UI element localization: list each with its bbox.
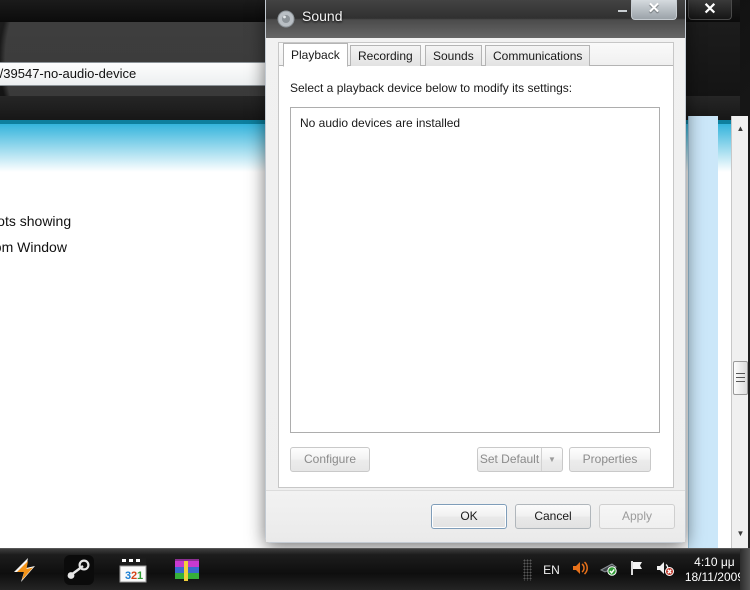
winrar-icon[interactable] xyxy=(170,553,204,587)
screen: ms - Mozilla Firefox ✕ ms.com/sound-audi… xyxy=(0,0,750,590)
speaker-icon xyxy=(277,10,295,28)
firefox-close-button[interactable]: ✕ xyxy=(688,0,732,20)
playback-device-list[interactable]: No audio devices are installed xyxy=(290,107,660,433)
device-list-empty-message: No audio devices are installed xyxy=(300,116,461,130)
tab-communications[interactable]: Communications xyxy=(485,45,591,66)
properties-button[interactable]: Properties xyxy=(569,447,651,472)
sound-dialog: Sound ✕ Playback Recording Sounds Commun… xyxy=(265,0,686,543)
dialog-title: Sound xyxy=(302,8,343,24)
cancel-button[interactable]: Cancel xyxy=(515,504,591,529)
panel-instruction-label: Select a playback device below to modify… xyxy=(290,81,573,95)
clock-date: 18/11/2009 xyxy=(684,570,744,584)
page-scrollbar[interactable]: ▲ ▼ xyxy=(731,116,748,548)
dialog-tab-strip: Playback Recording Sounds Communications xyxy=(279,43,673,67)
page-sidebar-column xyxy=(688,116,718,548)
set-default-label: Set Default xyxy=(479,452,540,466)
set-default-button[interactable]: Set Default ▼ xyxy=(477,447,563,472)
system-tray: EN 4:10 μμ 18/11/2009 xyxy=(523,549,744,590)
scroll-down-icon[interactable]: ▼ xyxy=(732,525,749,542)
language-indicator[interactable]: EN xyxy=(543,563,560,577)
steam-icon[interactable] xyxy=(62,553,96,587)
dialog-body: Playback Recording Sounds Communications… xyxy=(278,42,674,488)
ok-button[interactable]: OK xyxy=(431,504,507,529)
dialog-footer: OK Cancel Apply xyxy=(266,490,685,542)
tray-grip xyxy=(523,559,533,581)
configure-button[interactable]: Configure xyxy=(290,447,370,472)
apply-button: Apply xyxy=(599,504,675,529)
chevron-down-icon[interactable]: ▼ xyxy=(541,448,562,471)
tab-recording[interactable]: Recording xyxy=(350,45,421,66)
minimize-icon[interactable] xyxy=(611,2,633,14)
post-line-1: an you post some shots showing xyxy=(0,213,72,229)
network-icon[interactable] xyxy=(599,560,618,581)
flag-icon[interactable] xyxy=(629,560,645,581)
show-desktop-button[interactable] xyxy=(740,549,750,590)
post-line-2: oth from Vista and from Window xyxy=(0,239,67,255)
post-text: an you post some shots showing oth from … xyxy=(0,208,288,260)
dialog-close-button[interactable]: ✕ xyxy=(631,0,677,20)
taskbar-pinned-apps: 3 2 1 xyxy=(8,553,204,587)
clock-time: 4:10 μμ xyxy=(694,555,735,569)
clock[interactable]: 4:10 μμ 18/11/2009 xyxy=(685,555,744,585)
scroll-up-icon[interactable]: ▲ xyxy=(732,120,749,137)
tab-sounds[interactable]: Sounds xyxy=(425,45,482,66)
volume-icon[interactable] xyxy=(571,560,589,581)
scrollbar-thumb[interactable] xyxy=(733,361,748,395)
tab-playback[interactable]: Playback xyxy=(283,43,348,67)
taskbar: 3 2 1 EN 4:10 μμ 18/11/2009 xyxy=(0,548,750,590)
dialog-titlebar: Sound xyxy=(266,0,685,38)
muted-speaker-icon[interactable] xyxy=(656,560,674,581)
winamp-icon[interactable] xyxy=(8,553,42,587)
media-player-classic-icon[interactable]: 3 2 1 xyxy=(116,553,150,587)
svg-text:1: 1 xyxy=(137,570,143,582)
